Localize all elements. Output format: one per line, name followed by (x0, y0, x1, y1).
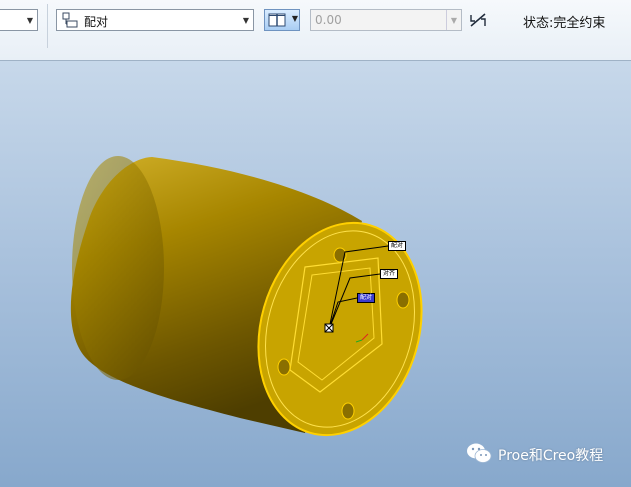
chevron-down-icon: ▼ (26, 15, 34, 25)
watermark: Proe和Creo教程 (466, 442, 603, 468)
constraint-type-select[interactable]: 配对 ▼ (56, 9, 254, 31)
toolbar-separator (47, 4, 48, 48)
orientation-button[interactable]: ▼ (264, 9, 300, 31)
flip-constraint-icon (468, 11, 488, 33)
constraint-toolbar: ▼ 配对 ▼ ▼ 0.00 ▼ 状态:完全约束 (0, 0, 631, 61)
offset-input[interactable]: 0.00 ▼ (310, 9, 462, 31)
flip-constraint-button[interactable] (467, 9, 489, 31)
chevron-down-icon: ▼ (242, 15, 250, 25)
mate-constraint-icon (62, 12, 78, 31)
constraint-label-align[interactable]: 对齐 (380, 269, 399, 279)
model-viewport[interactable]: 配对 对齐 配对 (0, 61, 631, 487)
coincident-orientation-icon (268, 12, 286, 32)
component-reference-combo[interactable]: ▼ (0, 9, 38, 31)
constraint-label-mate[interactable]: 配对 (388, 241, 407, 251)
chevron-down-icon: ▼ (446, 10, 461, 30)
watermark-text: Proe和Creo教程 (498, 448, 604, 464)
wechat-icon (466, 442, 492, 468)
constraint-label-mate-selected[interactable]: 配对 (357, 293, 376, 303)
constraint-status: 状态:完全约束 (523, 16, 606, 31)
assembly-model[interactable] (0, 61, 631, 487)
chevron-down-icon: ▼ (291, 14, 298, 23)
cylinder-back-edge (72, 156, 164, 380)
offset-value: 0.00 (315, 13, 342, 27)
constraint-type-value: 配对 (84, 15, 109, 29)
